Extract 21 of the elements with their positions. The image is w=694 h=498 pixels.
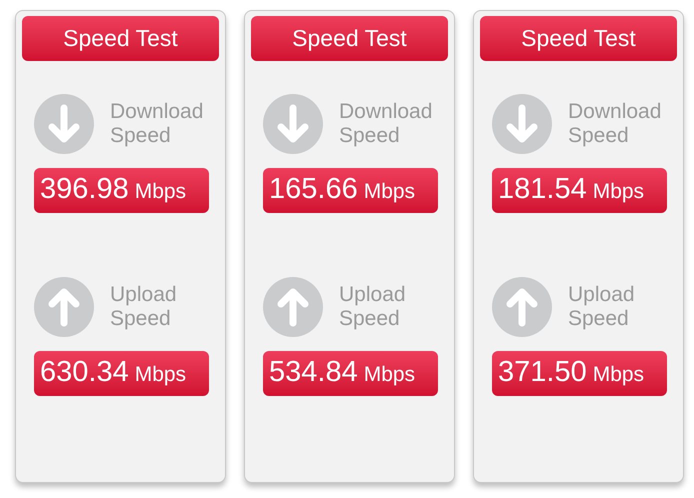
arrow-down-icon xyxy=(492,94,552,154)
metric-label: Upload Speed xyxy=(568,283,636,331)
metric-label: Upload Speed xyxy=(110,283,178,331)
arrow-down-icon xyxy=(34,94,94,154)
arrow-up-icon xyxy=(492,277,552,337)
speed-test-button[interactable]: Speed Test xyxy=(480,16,677,61)
speed-readout: 371.50 Mbps xyxy=(492,351,667,396)
arrow-up-icon xyxy=(34,277,94,337)
speed-readout: 396.98 Mbps xyxy=(34,168,209,213)
metric-label: Upload Speed xyxy=(339,283,407,331)
speed-test-button[interactable]: Speed Test xyxy=(251,16,448,61)
speed-readout: 630.34 Mbps xyxy=(34,351,209,396)
arrow-up-icon xyxy=(263,277,323,337)
arrow-down-icon xyxy=(263,94,323,154)
metric-label: Download Speed xyxy=(339,100,434,148)
metric-label: Download Speed xyxy=(110,100,204,148)
metric-label: Download Speed xyxy=(568,100,662,148)
speed-readout: 165.66 Mbps xyxy=(263,168,438,213)
speed-readout: 181.54 Mbps xyxy=(492,168,667,213)
speed-readout: 534.84 Mbps xyxy=(263,351,438,396)
speed-test-button[interactable]: Speed Test xyxy=(22,16,219,61)
